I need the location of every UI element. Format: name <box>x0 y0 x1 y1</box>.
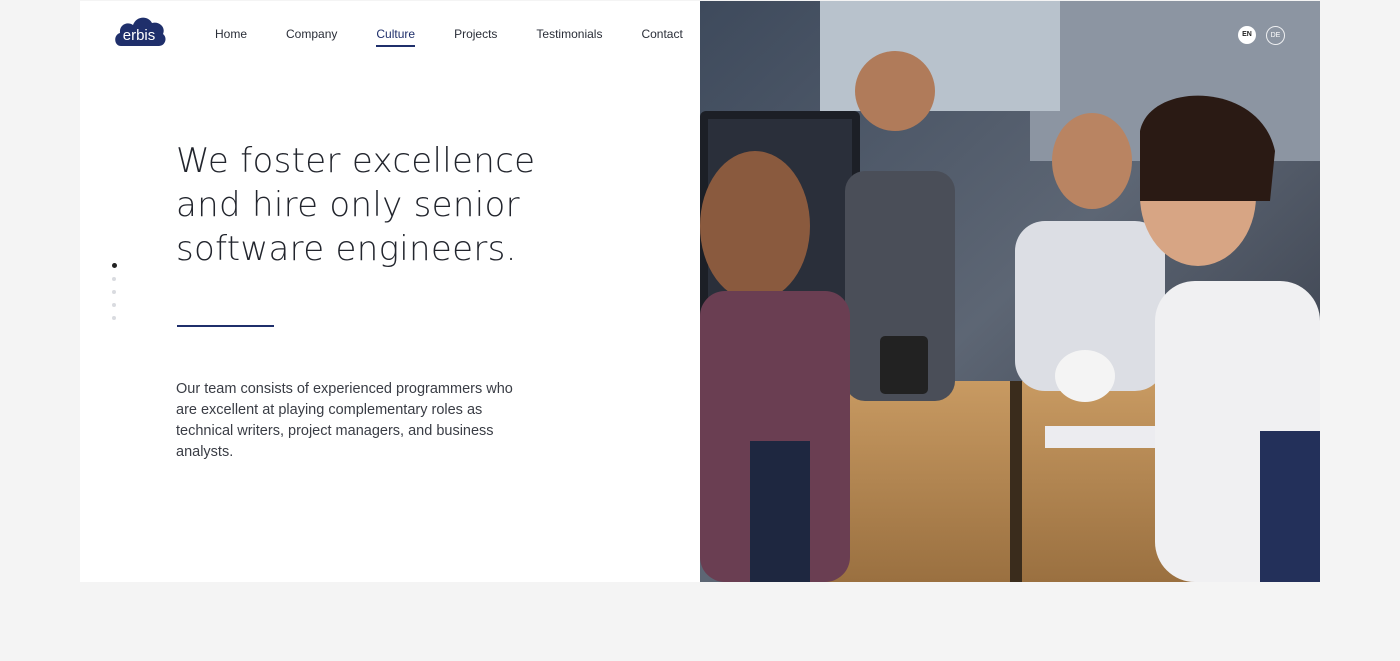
slide-pagination <box>112 263 117 329</box>
main-nav: Home Company Culture Projects Testimonia… <box>215 27 722 47</box>
nav-testimonials[interactable]: Testimonials <box>536 27 602 47</box>
lang-de-button[interactable]: DE <box>1266 26 1285 45</box>
nav-culture[interactable]: Culture <box>376 27 416 47</box>
slide-dot-5[interactable] <box>112 316 116 320</box>
nav-home[interactable]: Home <box>215 27 247 47</box>
nav-projects[interactable]: Projects <box>454 27 497 47</box>
content-panel: erbis Home Company Culture Projects Test… <box>80 1 700 582</box>
slide-dot-3[interactable] <box>112 290 116 294</box>
slide-dot-2[interactable] <box>112 277 116 281</box>
hero-description: Our team consists of experienced program… <box>176 381 513 460</box>
hero-headline: We foster excellence and hire only senio… <box>176 141 536 269</box>
erbis-logo[interactable]: erbis <box>112 14 168 48</box>
language-switcher: EN DE <box>1238 26 1285 45</box>
slide-dot-4[interactable] <box>112 303 116 307</box>
accent-divider <box>177 325 274 327</box>
office-team-image <box>700 1 1320 582</box>
nav-company[interactable]: Company <box>286 27 337 47</box>
slide-dot-1[interactable] <box>112 263 117 268</box>
lang-en-button[interactable]: EN <box>1238 26 1256 44</box>
hero-section: erbis Home Company Culture Projects Test… <box>80 1 1320 582</box>
nav-contact[interactable]: Contact <box>641 27 682 47</box>
team-photo: EN DE <box>700 1 1320 582</box>
cloud-logo-icon: erbis <box>115 17 166 46</box>
logo-text: erbis <box>123 27 156 44</box>
